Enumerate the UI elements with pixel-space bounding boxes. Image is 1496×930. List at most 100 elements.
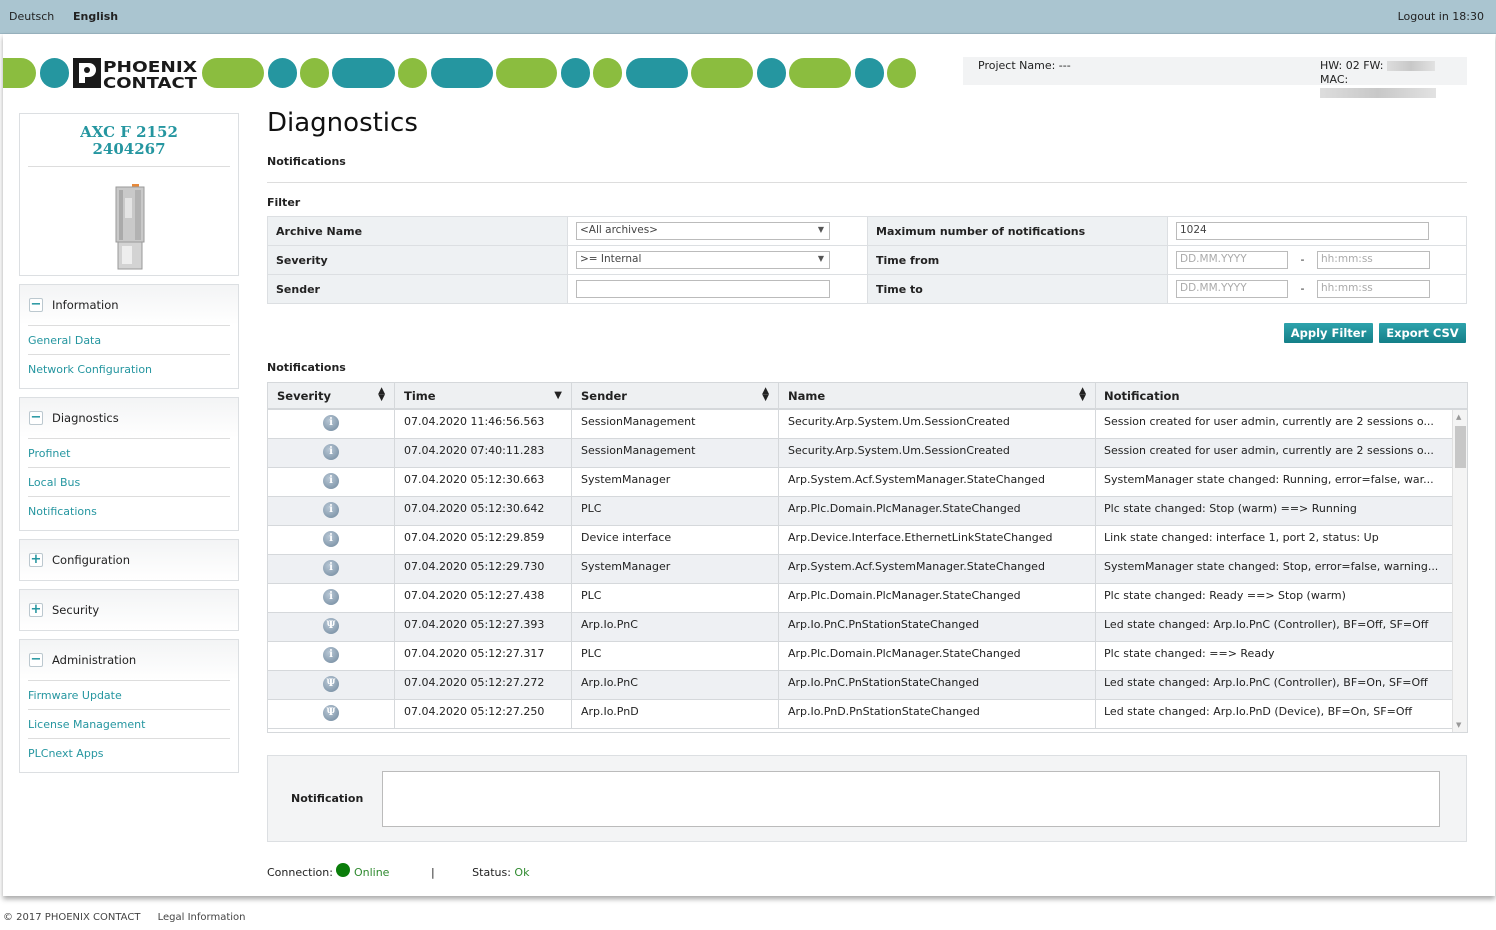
collapse-icon[interactable]: −: [29, 411, 43, 425]
time-from-date-input[interactable]: DD.MM.YYYY: [1176, 251, 1288, 269]
table-row[interactable]: i 07.04.2020 11:46:56.563 SessionManagem…: [268, 410, 1467, 439]
info-icon: i: [323, 415, 339, 431]
top-bar: Deutsch English Logout in 18:30: [0, 0, 1496, 34]
table-row[interactable]: i 07.04.2020 05:12:27.317 PLC Arp.Plc.Do…: [268, 642, 1467, 671]
hw-fw-label: HW: 02 FW:: [1320, 59, 1384, 72]
export-csv-button[interactable]: Export CSV: [1379, 323, 1466, 343]
name-cell: Arp.Plc.Domain.PlcManager.StateChanged: [779, 642, 1096, 670]
logout-timer[interactable]: Logout in 18:30: [1398, 10, 1484, 23]
language-english[interactable]: English: [73, 10, 118, 23]
info-icon: i: [323, 560, 339, 576]
table-row[interactable]: i 07.04.2020 05:12:29.859 Device interfa…: [268, 526, 1467, 555]
deco-bubble: [593, 58, 622, 88]
table-row[interactable]: i 07.04.2020 05:12:30.642 PLC Arp.Plc.Do…: [268, 497, 1467, 526]
divider: [267, 182, 1467, 183]
language-deutsch[interactable]: Deutsch: [9, 10, 54, 23]
time-to-time-input[interactable]: hh:mm:ss: [1317, 280, 1430, 298]
section-header-information[interactable]: − Information: [20, 285, 238, 325]
column-header-severity[interactable]: Severity ▲ ▼: [268, 383, 395, 408]
sidebar-item-notifications[interactable]: Notifications: [28, 496, 230, 525]
table-row[interactable]: Ψ 07.04.2020 05:12:27.393 Arp.Io.PnC Arp…: [268, 613, 1467, 642]
table-scrollbar[interactable]: ▲ ▼: [1452, 410, 1467, 732]
footer: © 2017 PHOENIX CONTACT Legal Information: [3, 912, 246, 923]
table-row[interactable]: Ψ 07.04.2020 05:12:27.250 Arp.Io.PnD Arp…: [268, 700, 1467, 729]
notification-detail-label: Notification: [291, 792, 364, 805]
severity-cell: i: [268, 555, 395, 583]
table-row[interactable]: i 07.04.2020 05:12:30.663 SystemManager …: [268, 468, 1467, 497]
time-cell: 07.04.2020 07:40:11.283: [395, 439, 572, 467]
archive-selected: <All archives>: [580, 224, 658, 236]
section-header-administration[interactable]: − Administration: [20, 640, 238, 680]
status-separator: |: [430, 866, 435, 879]
apply-filter-button[interactable]: Apply Filter: [1284, 323, 1373, 343]
scroll-up-icon[interactable]: ▲: [1456, 413, 1461, 421]
collapse-icon[interactable]: −: [29, 298, 43, 312]
section-header-diagnostics[interactable]: − Diagnostics: [20, 398, 238, 438]
column-header-sender[interactable]: Sender ▲ ▼: [572, 383, 779, 408]
time-from-time-input[interactable]: hh:mm:ss: [1317, 251, 1430, 269]
name-cell: Arp.Io.PnD.PnStationStateChanged: [779, 700, 1096, 728]
deco-bubble: [757, 58, 786, 88]
deco-bubble: [561, 58, 590, 88]
severity-selected: >= Internal: [580, 253, 642, 265]
sort-both-icon[interactable]: ▲ ▼: [378, 383, 385, 409]
severity-cell: i: [268, 584, 395, 612]
max-notifications-input[interactable]: 1024: [1176, 222, 1429, 240]
dropdown-arrow-icon: ▼: [817, 225, 824, 234]
severity-label: Severity: [267, 245, 568, 275]
table-row[interactable]: Ψ 07.04.2020 05:12:27.272 Arp.Io.PnC Arp…: [268, 671, 1467, 700]
table-row[interactable]: i 07.04.2020 05:12:27.438 PLC Arp.Plc.Do…: [268, 584, 1467, 613]
expand-icon[interactable]: +: [29, 603, 43, 617]
notification-cell: Plc state changed: ==> Ready: [1096, 642, 1453, 670]
copyright: © 2017 PHOENIX CONTACT: [3, 912, 141, 923]
name-cell: Arp.Io.PnC.PnStationStateChanged: [779, 671, 1096, 699]
time-cell: 07.04.2020 05:12:27.250: [395, 700, 572, 728]
sidebar-item-general-data[interactable]: General Data: [28, 325, 230, 354]
notification-detail-textarea[interactable]: [382, 771, 1440, 827]
sort-desc-icon[interactable]: ▼: [554, 383, 562, 409]
sender-cell: Arp.Io.PnD: [572, 700, 779, 728]
scrollbar-thumb[interactable]: [1455, 426, 1466, 468]
name-cell: Security.Arp.System.Um.SessionCreated: [779, 439, 1096, 467]
device-name: AXC F 2152 2404267: [28, 124, 230, 167]
table-row[interactable]: i 07.04.2020 07:40:11.283 SessionManagem…: [268, 439, 1467, 468]
column-header-time[interactable]: Time ▼: [395, 383, 572, 408]
svg-text:CONTACT: CONTACT: [103, 74, 198, 89]
table-row[interactable]: i 07.04.2020 05:12:29.730 SystemManager …: [268, 555, 1467, 584]
section-header-configuration[interactable]: + Configuration: [20, 540, 238, 580]
column-label: Time: [404, 389, 436, 403]
max-notifications-label: Maximum number of notifications: [867, 216, 1168, 246]
sidebar-section-security: + Security: [19, 589, 239, 631]
legal-information-link[interactable]: Legal Information: [158, 912, 246, 923]
time-cell: 07.04.2020 05:12:27.438: [395, 584, 572, 612]
time-to-date-input[interactable]: DD.MM.YYYY: [1176, 280, 1288, 298]
column-label: Notification: [1104, 389, 1180, 403]
sidebar-item-network-configuration[interactable]: Network Configuration: [28, 354, 230, 383]
sidebar-item-firmware-update[interactable]: Firmware Update: [28, 680, 230, 709]
section-header-security[interactable]: + Security: [20, 590, 238, 630]
mac-label: MAC:: [1320, 73, 1349, 86]
sidebar-item-profinet[interactable]: Profinet: [28, 438, 230, 467]
name-cell: Arp.Io.PnC.PnStationStateChanged: [779, 613, 1096, 641]
severity-select[interactable]: >= Internal ▼: [576, 251, 830, 269]
status-value: Ok: [514, 866, 530, 879]
info-icon: i: [323, 531, 339, 547]
collapse-icon[interactable]: −: [29, 653, 43, 667]
sender-input[interactable]: [576, 280, 830, 298]
sidebar-item-local-bus[interactable]: Local Bus: [28, 467, 230, 496]
expand-icon[interactable]: +: [29, 553, 43, 567]
sort-both-icon[interactable]: ▲ ▼: [1079, 383, 1086, 409]
section-title: Information: [52, 298, 119, 312]
sidebar-item-plcnext-apps[interactable]: PLCnext Apps: [28, 738, 230, 767]
archive-select[interactable]: <All archives> ▼: [576, 222, 830, 240]
sidebar-item-license-management[interactable]: License Management: [28, 709, 230, 738]
sort-both-icon[interactable]: ▲ ▼: [762, 383, 769, 409]
scroll-down-icon[interactable]: ▼: [1456, 721, 1461, 729]
sender-cell: SystemManager: [572, 555, 779, 583]
deco-bubble: [332, 58, 395, 88]
sender-cell: SessionManagement: [572, 410, 779, 438]
sidebar-section-administration: − Administration Firmware Update License …: [19, 639, 239, 773]
column-header-name[interactable]: Name ▲ ▼: [779, 383, 1096, 408]
name-cell: Arp.Device.Interface.EthernetLinkStateCh…: [779, 526, 1096, 554]
deco-bubble: [268, 58, 297, 88]
